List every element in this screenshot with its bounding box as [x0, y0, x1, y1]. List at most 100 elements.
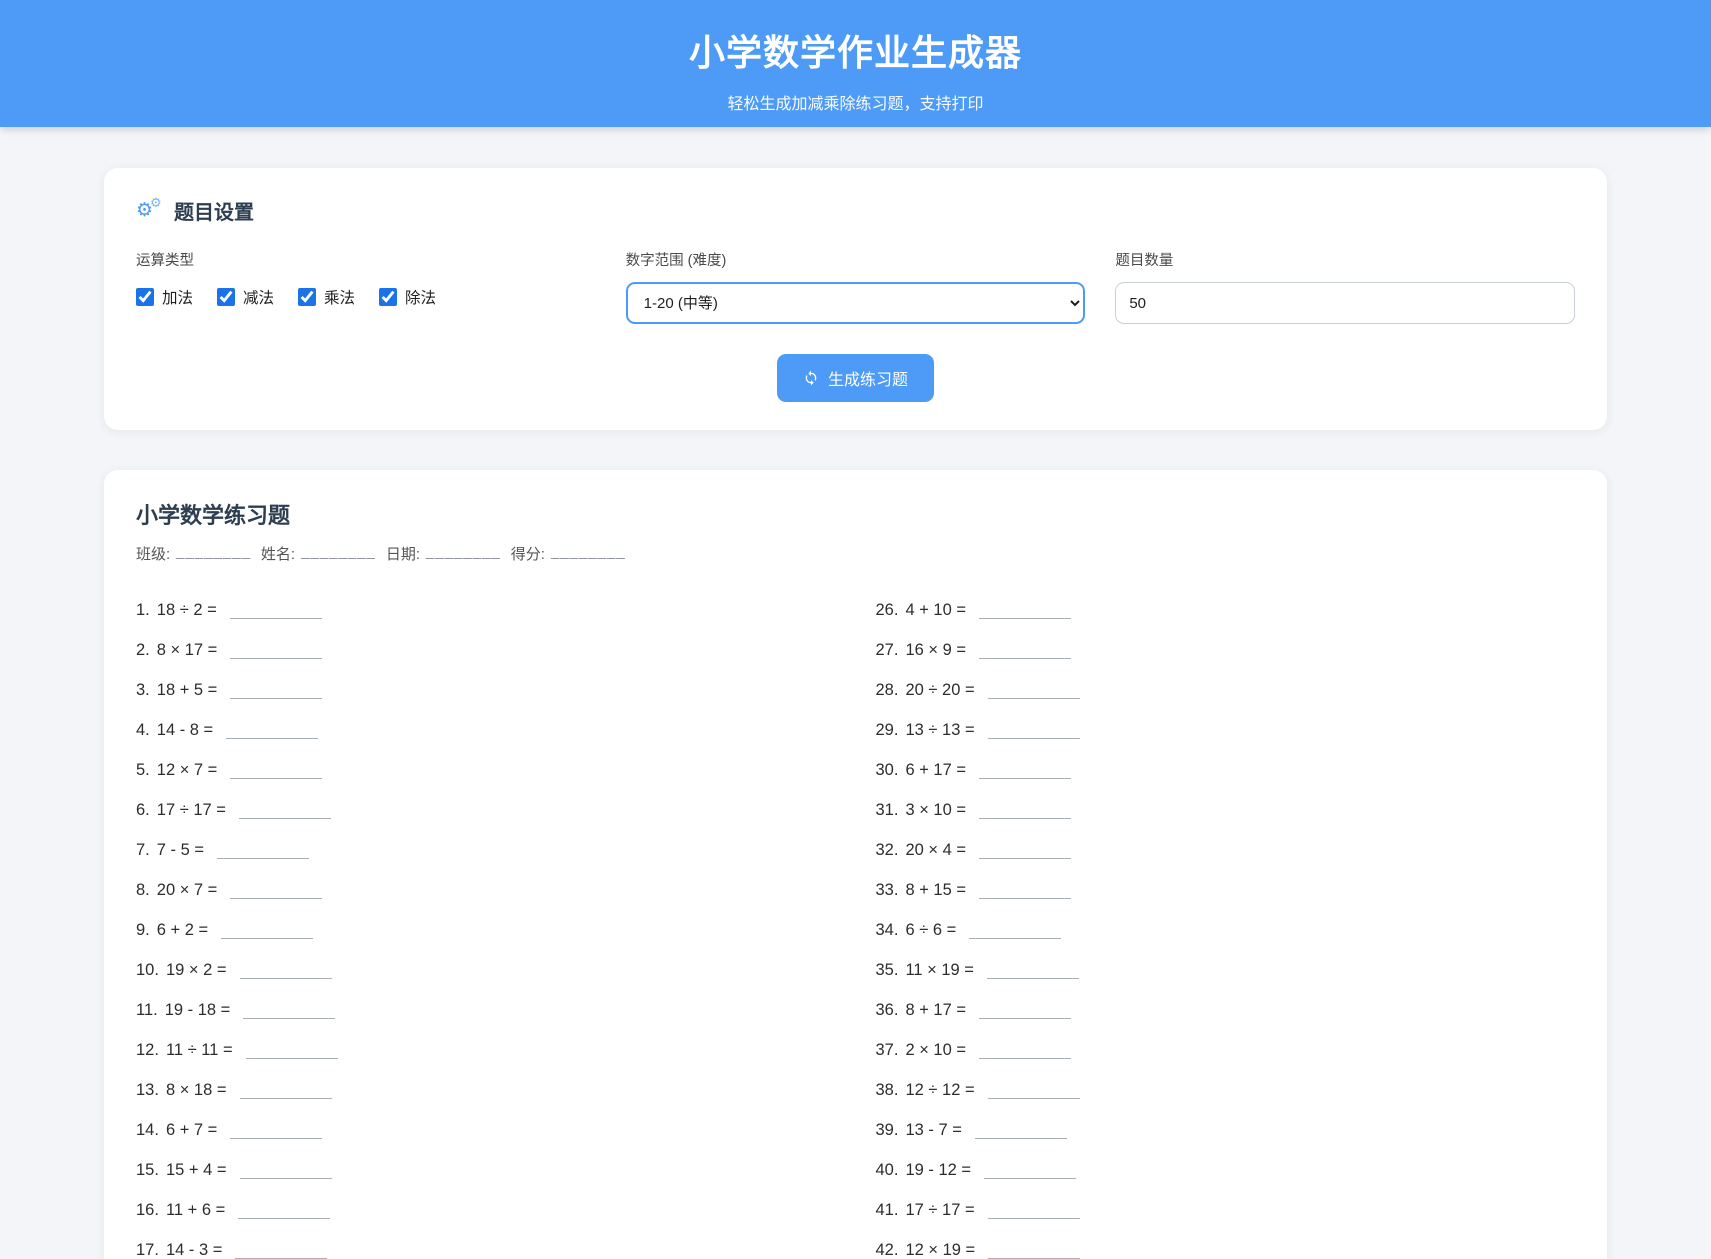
problem-row: 9. 6 + 2 =	[136, 910, 836, 950]
number-range-field: 数字范围 (难度) 1-20 (中等)	[626, 249, 1086, 324]
problem-row: 30. 6 + 17 =	[876, 750, 1576, 790]
problem-number: 3.	[136, 681, 150, 700]
problem-expression: 19 × 2 =	[166, 961, 227, 980]
meta-field-label: 得分:	[511, 543, 545, 564]
problem-number: 40.	[876, 1161, 899, 1180]
problem-number: 12.	[136, 1041, 159, 1060]
page-subtitle: 轻松生成加减乘除练习题，支持打印	[0, 90, 1711, 114]
question-count-input[interactable]	[1115, 282, 1575, 324]
meta-field: 班级: ________	[136, 543, 251, 564]
problem-expression: 17 ÷ 17 =	[157, 801, 226, 820]
problem-expression: 2 × 10 =	[905, 1041, 966, 1060]
answer-line	[969, 922, 1061, 939]
refresh-icon	[803, 370, 819, 386]
meta-field-blank: ________	[176, 543, 251, 564]
page-title: 小学数学作业生成器	[0, 24, 1711, 76]
problem-number: 8.	[136, 881, 150, 900]
problem-number: 42.	[876, 1241, 899, 1259]
problem-expression: 6 + 17 =	[905, 761, 966, 780]
number-range-select[interactable]: 1-20 (中等)	[626, 282, 1086, 324]
operation-checkbox-label: 除法	[405, 286, 436, 308]
problem-number: 5.	[136, 761, 150, 780]
generate-button[interactable]: 生成练习题	[777, 354, 934, 402]
answer-line	[230, 882, 322, 899]
answer-line	[979, 642, 1071, 659]
answer-line	[988, 1242, 1080, 1259]
problem-row: 12. 11 ÷ 11 =	[136, 1030, 836, 1070]
problem-row: 28. 20 ÷ 20 =	[876, 670, 1576, 710]
app-header: 小学数学作业生成器 轻松生成加减乘除练习题，支持打印	[0, 0, 1711, 127]
problem-number: 41.	[876, 1201, 899, 1220]
problem-number: 29.	[876, 721, 899, 740]
problem-expression: 15 + 4 =	[166, 1161, 227, 1180]
problem-row: 14. 6 + 7 =	[136, 1110, 836, 1150]
problem-expression: 8 × 17 =	[157, 641, 218, 660]
problem-row: 37. 2 × 10 =	[876, 1030, 1576, 1070]
problem-number: 32.	[876, 841, 899, 860]
problem-row: 17. 14 - 3 =	[136, 1230, 836, 1259]
problems-column-left: 1. 18 ÷ 2 = 2. 8 × 17 = 3. 18 + 5 =	[136, 590, 836, 1259]
problem-row: 6. 17 ÷ 17 =	[136, 790, 836, 830]
problem-row: 39. 13 - 7 =	[876, 1110, 1576, 1150]
operation-checkbox[interactable]	[298, 288, 316, 306]
answer-line	[243, 1002, 335, 1019]
answer-line	[230, 1122, 322, 1139]
problem-expression: 8 × 18 =	[166, 1081, 227, 1100]
operation-checkbox-item[interactable]: 加法	[136, 286, 193, 308]
answer-line	[979, 602, 1071, 619]
operation-checkbox-item[interactable]: 除法	[379, 286, 436, 308]
problem-expression: 12 ÷ 12 =	[905, 1081, 974, 1100]
answer-line	[235, 1242, 327, 1259]
answer-line	[988, 722, 1080, 739]
problem-expression: 6 ÷ 6 =	[905, 921, 956, 940]
operation-checkbox-item[interactable]: 减法	[217, 286, 274, 308]
answer-line	[988, 1202, 1080, 1219]
answer-line	[238, 1202, 330, 1219]
problems-column-right: 26. 4 + 10 = 27. 16 × 9 = 28. 20 ÷ 20 =	[876, 590, 1576, 1259]
problem-row: 35. 11 × 19 =	[876, 950, 1576, 990]
operation-checkbox-label: 加法	[162, 286, 193, 308]
problem-number: 34.	[876, 921, 899, 940]
answer-line	[979, 882, 1071, 899]
problem-row: 31. 3 × 10 =	[876, 790, 1576, 830]
answer-line	[975, 1122, 1067, 1139]
problem-number: 38.	[876, 1081, 899, 1100]
answer-line	[987, 962, 1079, 979]
problem-expression: 14 - 3 =	[166, 1241, 222, 1259]
problem-expression: 18 ÷ 2 =	[157, 601, 217, 620]
problem-expression: 6 + 7 =	[166, 1121, 217, 1140]
operation-checkbox[interactable]	[217, 288, 235, 306]
problem-number: 36.	[876, 1001, 899, 1020]
problem-row: 27. 16 × 9 =	[876, 630, 1576, 670]
problem-row: 40. 19 - 12 =	[876, 1150, 1576, 1190]
main-container: ⚙ ⚙ 题目设置 运算类型 加法	[104, 168, 1607, 1259]
answer-line	[217, 842, 309, 859]
problem-expression: 7 - 5 =	[157, 841, 204, 860]
answer-line	[230, 682, 322, 699]
problem-expression: 17 ÷ 17 =	[905, 1201, 974, 1220]
problem-row: 13. 8 × 18 =	[136, 1070, 836, 1110]
problem-expression: 11 × 19 =	[905, 961, 974, 980]
problem-row: 11. 19 - 18 =	[136, 990, 836, 1030]
problem-expression: 11 + 6 =	[166, 1201, 225, 1220]
problem-number: 33.	[876, 881, 899, 900]
operation-checkbox[interactable]	[379, 288, 397, 306]
operation-checkbox[interactable]	[136, 288, 154, 306]
operation-checkbox-item[interactable]: 乘法	[298, 286, 355, 308]
problem-row: 1. 18 ÷ 2 =	[136, 590, 836, 630]
operation-type-field: 运算类型 加法 减法	[136, 249, 596, 308]
answer-line	[246, 1042, 338, 1059]
gears-icon: ⚙ ⚙	[136, 199, 164, 223]
number-range-label: 数字范围 (难度)	[626, 249, 1086, 270]
problem-row: 2. 8 × 17 =	[136, 630, 836, 670]
problem-number: 2.	[136, 641, 150, 660]
problem-row: 38. 12 ÷ 12 =	[876, 1070, 1576, 1110]
question-count-field: 题目数量	[1115, 249, 1575, 324]
problem-expression: 4 + 10 =	[905, 601, 966, 620]
answer-line	[239, 802, 331, 819]
problem-expression: 19 - 18 =	[165, 1001, 231, 1020]
problem-number: 26.	[876, 601, 899, 620]
problem-row: 33. 8 + 15 =	[876, 870, 1576, 910]
operation-type-label: 运算类型	[136, 249, 596, 270]
operation-checkbox-label: 乘法	[324, 286, 355, 308]
